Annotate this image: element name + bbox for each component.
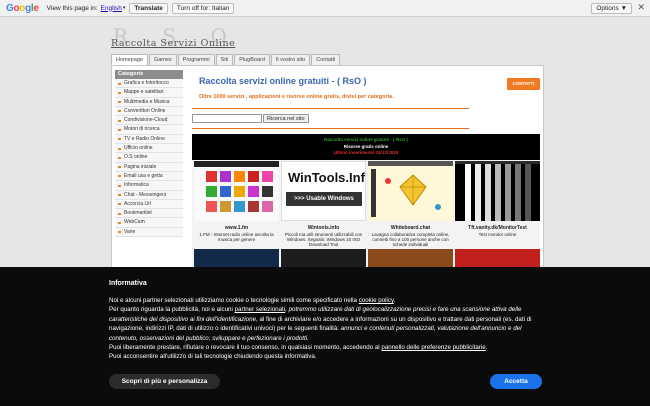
sidebar-item-accorcia-url[interactable]: Accorcia Url	[115, 199, 183, 210]
sidebar-item-multimedia[interactable]: Multimedia e Musica	[115, 97, 183, 107]
tile-1fm[interactable]: www.1.fm 1.FM - Internet radio online asc…	[194, 161, 279, 247]
site-search: Ricerca nel sito	[192, 114, 309, 123]
sidebar-item-webcam[interactable]: WebCam	[115, 218, 183, 228]
translate-button[interactable]: Translate	[129, 2, 168, 14]
contatti-button[interactable]: CONTATTI	[507, 78, 540, 90]
search-input[interactable]	[192, 114, 262, 123]
main-content: Raccolta servizi online gratuiti - ( RsO…	[192, 70, 542, 269]
sidebar-item-varie[interactable]: Varie	[115, 227, 183, 238]
tab-plugboard[interactable]: PlugBoard	[234, 54, 270, 65]
turn-off-button[interactable]: Turn off for: Italian	[171, 2, 235, 14]
tile-title: www.1.fm	[224, 225, 249, 231]
thumbnail-image: WinTools.Info >>> Usable Windows Tools	[281, 161, 366, 221]
partner-link[interactable]: partner selezionati	[235, 306, 286, 313]
sidebar-item-motori[interactable]: Motori di ricerca	[115, 125, 183, 135]
sidebar-item-cloud[interactable]: Condivisione-Cloud	[115, 116, 183, 126]
tile-title: Tft.vanity.dk/MonitorTest	[468, 225, 527, 231]
close-icon[interactable]: ✕	[637, 2, 645, 13]
page-title: Raccolta servizi online gratuiti - ( RsO…	[199, 76, 367, 86]
content-wrapper: Categorie Grafica e fotoritocco Mappe e …	[111, 65, 544, 270]
tab-contatti[interactable]: Contatti	[311, 54, 341, 65]
tab-homepage[interactable]: Homepage	[111, 54, 148, 65]
tile-description: Test monitor online	[478, 232, 517, 237]
tab-il-vostro-sito[interactable]: Il vostro sito	[270, 54, 311, 65]
sidebar-item-ufficio[interactable]: Ufficio online	[115, 144, 183, 154]
google-logo: Google	[6, 2, 39, 14]
featured-tiles: www.1.fm 1.FM - Internet radio online asc…	[194, 161, 542, 247]
divider	[192, 128, 469, 129]
sidebar-item-email[interactable]: Email usa e getta	[115, 171, 183, 182]
search-button[interactable]: Ricerca nel sito	[263, 114, 309, 123]
tile-title: Whiteboard.chat	[390, 225, 431, 231]
tab-siti[interactable]: Siti	[215, 54, 234, 65]
thumbnail-image	[194, 161, 279, 221]
tile-description: Lavagna collaborativa completa online, c…	[371, 232, 450, 247]
tile-description: 1.FM - Internet radio online ascolta la …	[199, 232, 274, 242]
ad-preferences-link[interactable]: pannello delle preferenze pubblicitarie	[381, 344, 485, 351]
featured-header: Raccolta servizi online gratuiti - ( RsO…	[192, 134, 540, 160]
sidebar-item-chat[interactable]: Chat - Messengers	[115, 190, 183, 200]
language-select[interactable]: English	[101, 5, 122, 12]
chevron-down-icon: ▾	[122, 5, 126, 11]
thumbnail-image	[368, 161, 453, 221]
divider	[192, 108, 469, 109]
tile-monitortest[interactable]: Tft.vanity.dk/MonitorTest Test monitor on…	[455, 161, 540, 247]
learn-more-button[interactable]: Scopri di più e personalizza	[109, 374, 220, 389]
sidebar-item-pagina-iniziale[interactable]: Pagina iniziale	[115, 162, 183, 172]
sidebar: Categorie Grafica e fotoritocco Mappe e …	[115, 70, 183, 238]
sidebar-item-mappe[interactable]: Mappe e satelitari	[115, 88, 183, 98]
options-button[interactable]: Options ▼	[591, 3, 632, 14]
cookie-banner: Informativa Noi e alcuni partner selezio…	[0, 267, 650, 406]
featured-box: Raccolta servizi online gratuiti - ( RsO…	[192, 134, 542, 269]
sidebar-item-tv-radio[interactable]: TV e Radio Online	[115, 134, 183, 145]
sidebar-item-grafica[interactable]: Grafica e fotoritocco	[115, 79, 183, 89]
tile-whiteboard[interactable]: Whiteboard.chat Lavagna collaborativa com…	[368, 161, 453, 247]
sidebar-item-informatica[interactable]: Informatica	[115, 181, 183, 191]
main-nav: Homepage Games Programmi Siti PlugBoard …	[111, 54, 341, 65]
page-subtitle: Oltre 1000 servizi , applicazioni e riso…	[199, 94, 394, 100]
tab-games[interactable]: Games	[148, 54, 177, 65]
cookie-policy-link[interactable]: cookie policy	[359, 297, 394, 304]
view-page-label: View this page in:	[46, 4, 98, 12]
tab-programmi[interactable]: Programmi	[177, 54, 215, 65]
tile-wintools[interactable]: WinTools.Info >>> Usable Windows Tools W…	[281, 161, 366, 247]
sidebar-heading: Categorie	[115, 70, 183, 79]
thumbnail-image	[455, 161, 540, 221]
sidebar-item-convertitori[interactable]: Convertitori Online	[115, 106, 183, 117]
sidebar-item-bookmarklet[interactable]: Bookmarklet	[115, 209, 183, 219]
site-logo[interactable]: R S O Raccolta Servizi Online	[111, 24, 311, 52]
sidebar-item-os[interactable]: O.S online	[115, 153, 183, 163]
tile-title: Wintools.info	[307, 225, 340, 231]
cookie-title: Informativa	[109, 280, 147, 287]
tile-description: Piccoli ma utili strumenti utilizzabili …	[284, 232, 363, 247]
translate-bar: Google View this page in: English ▾ Tran…	[0, 0, 650, 17]
cookie-text: Noi e alcuni partner selezionati utilizz…	[109, 297, 532, 361]
accept-button[interactable]: Accetta	[490, 374, 542, 389]
